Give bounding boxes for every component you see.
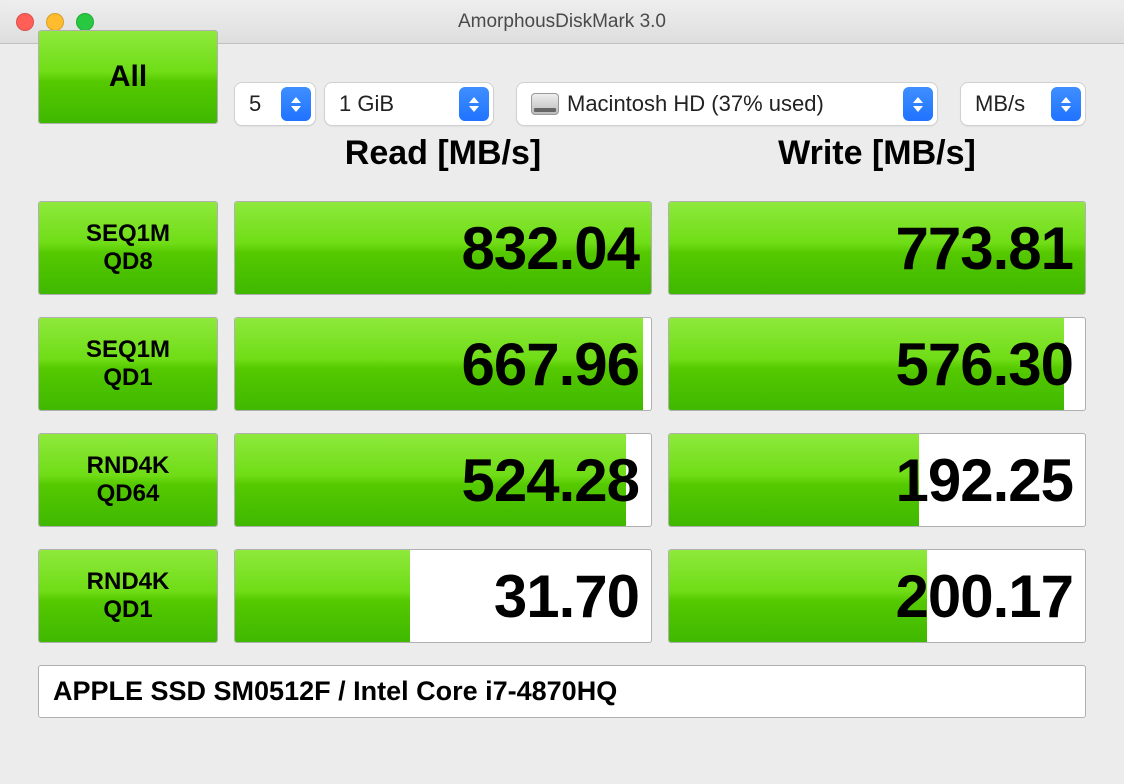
test-name-line2: QD1: [103, 364, 152, 392]
result-value: 773.81: [895, 214, 1073, 283]
read-header: Read [MB/s]: [234, 134, 652, 179]
result-value: 200.17: [895, 562, 1073, 631]
disk-icon: [531, 93, 559, 115]
test-name-line2: QD64: [97, 480, 160, 508]
result-bar: [235, 550, 410, 642]
stepper-icon: [1051, 87, 1081, 121]
test-name-line1: RND4K: [87, 568, 170, 596]
seq1m-qd1-read-result: 667.96: [234, 317, 652, 411]
result-value: 524.28: [461, 446, 639, 515]
results-grid: All 5 1 GiB Macintosh HD (37% used): [38, 82, 1086, 643]
test-name-line1: RND4K: [87, 452, 170, 480]
seq1m-qd8-write-result: 773.81: [668, 201, 1086, 295]
target-select[interactable]: Macintosh HD (37% used): [516, 82, 938, 126]
write-header: Write [MB/s]: [668, 134, 1086, 179]
unit-select[interactable]: MB/s: [960, 82, 1086, 126]
test-name-line1: SEQ1M: [86, 220, 170, 248]
stepper-icon: [459, 87, 489, 121]
test-name-line2: QD8: [103, 248, 152, 276]
result-value: 192.25: [895, 446, 1073, 515]
result-value: 576.30: [895, 330, 1073, 399]
runs-value: 5: [249, 91, 261, 117]
seq1m-qd8-read-result: 832.04: [234, 201, 652, 295]
run-rnd4k-qd1-button[interactable]: RND4K QD1: [38, 549, 218, 643]
run-all-button[interactable]: All: [38, 30, 218, 124]
minimize-icon[interactable]: [46, 13, 64, 31]
target-value: Macintosh HD (37% used): [567, 91, 824, 117]
rnd4k-qd64-read-result: 524.28: [234, 433, 652, 527]
result-bar: [669, 434, 919, 526]
size-value: 1 GiB: [339, 91, 394, 117]
run-seq1m-qd8-button[interactable]: SEQ1M QD8: [38, 201, 218, 295]
zoom-icon[interactable]: [76, 13, 94, 31]
stepper-icon: [903, 87, 933, 121]
rnd4k-qd64-write-result: 192.25: [668, 433, 1086, 527]
window-controls: [16, 13, 94, 31]
close-icon[interactable]: [16, 13, 34, 31]
options-row: 5 1 GiB Macintosh HD (37% used) MB/s: [234, 82, 1086, 126]
content-area: All 5 1 GiB Macintosh HD (37% used): [0, 44, 1124, 746]
result-value: 31.70: [494, 562, 639, 631]
rnd4k-qd1-write-result: 200.17: [668, 549, 1086, 643]
test-name-line2: QD1: [103, 596, 152, 624]
result-bar: [669, 550, 927, 642]
seq1m-qd1-write-result: 576.30: [668, 317, 1086, 411]
rnd4k-qd1-read-result: 31.70: [234, 549, 652, 643]
stepper-icon: [281, 87, 311, 121]
size-select[interactable]: 1 GiB: [324, 82, 494, 126]
run-rnd4k-qd64-button[interactable]: RND4K QD64: [38, 433, 218, 527]
result-value: 832.04: [461, 214, 639, 283]
device-info: APPLE SSD SM0512F / Intel Core i7-4870HQ: [38, 665, 1086, 718]
run-seq1m-qd1-button[interactable]: SEQ1M QD1: [38, 317, 218, 411]
runs-select[interactable]: 5: [234, 82, 316, 126]
test-name-line1: SEQ1M: [86, 336, 170, 364]
unit-value: MB/s: [975, 91, 1025, 117]
run-all-label: All: [39, 31, 217, 123]
result-value: 667.96: [461, 330, 639, 399]
